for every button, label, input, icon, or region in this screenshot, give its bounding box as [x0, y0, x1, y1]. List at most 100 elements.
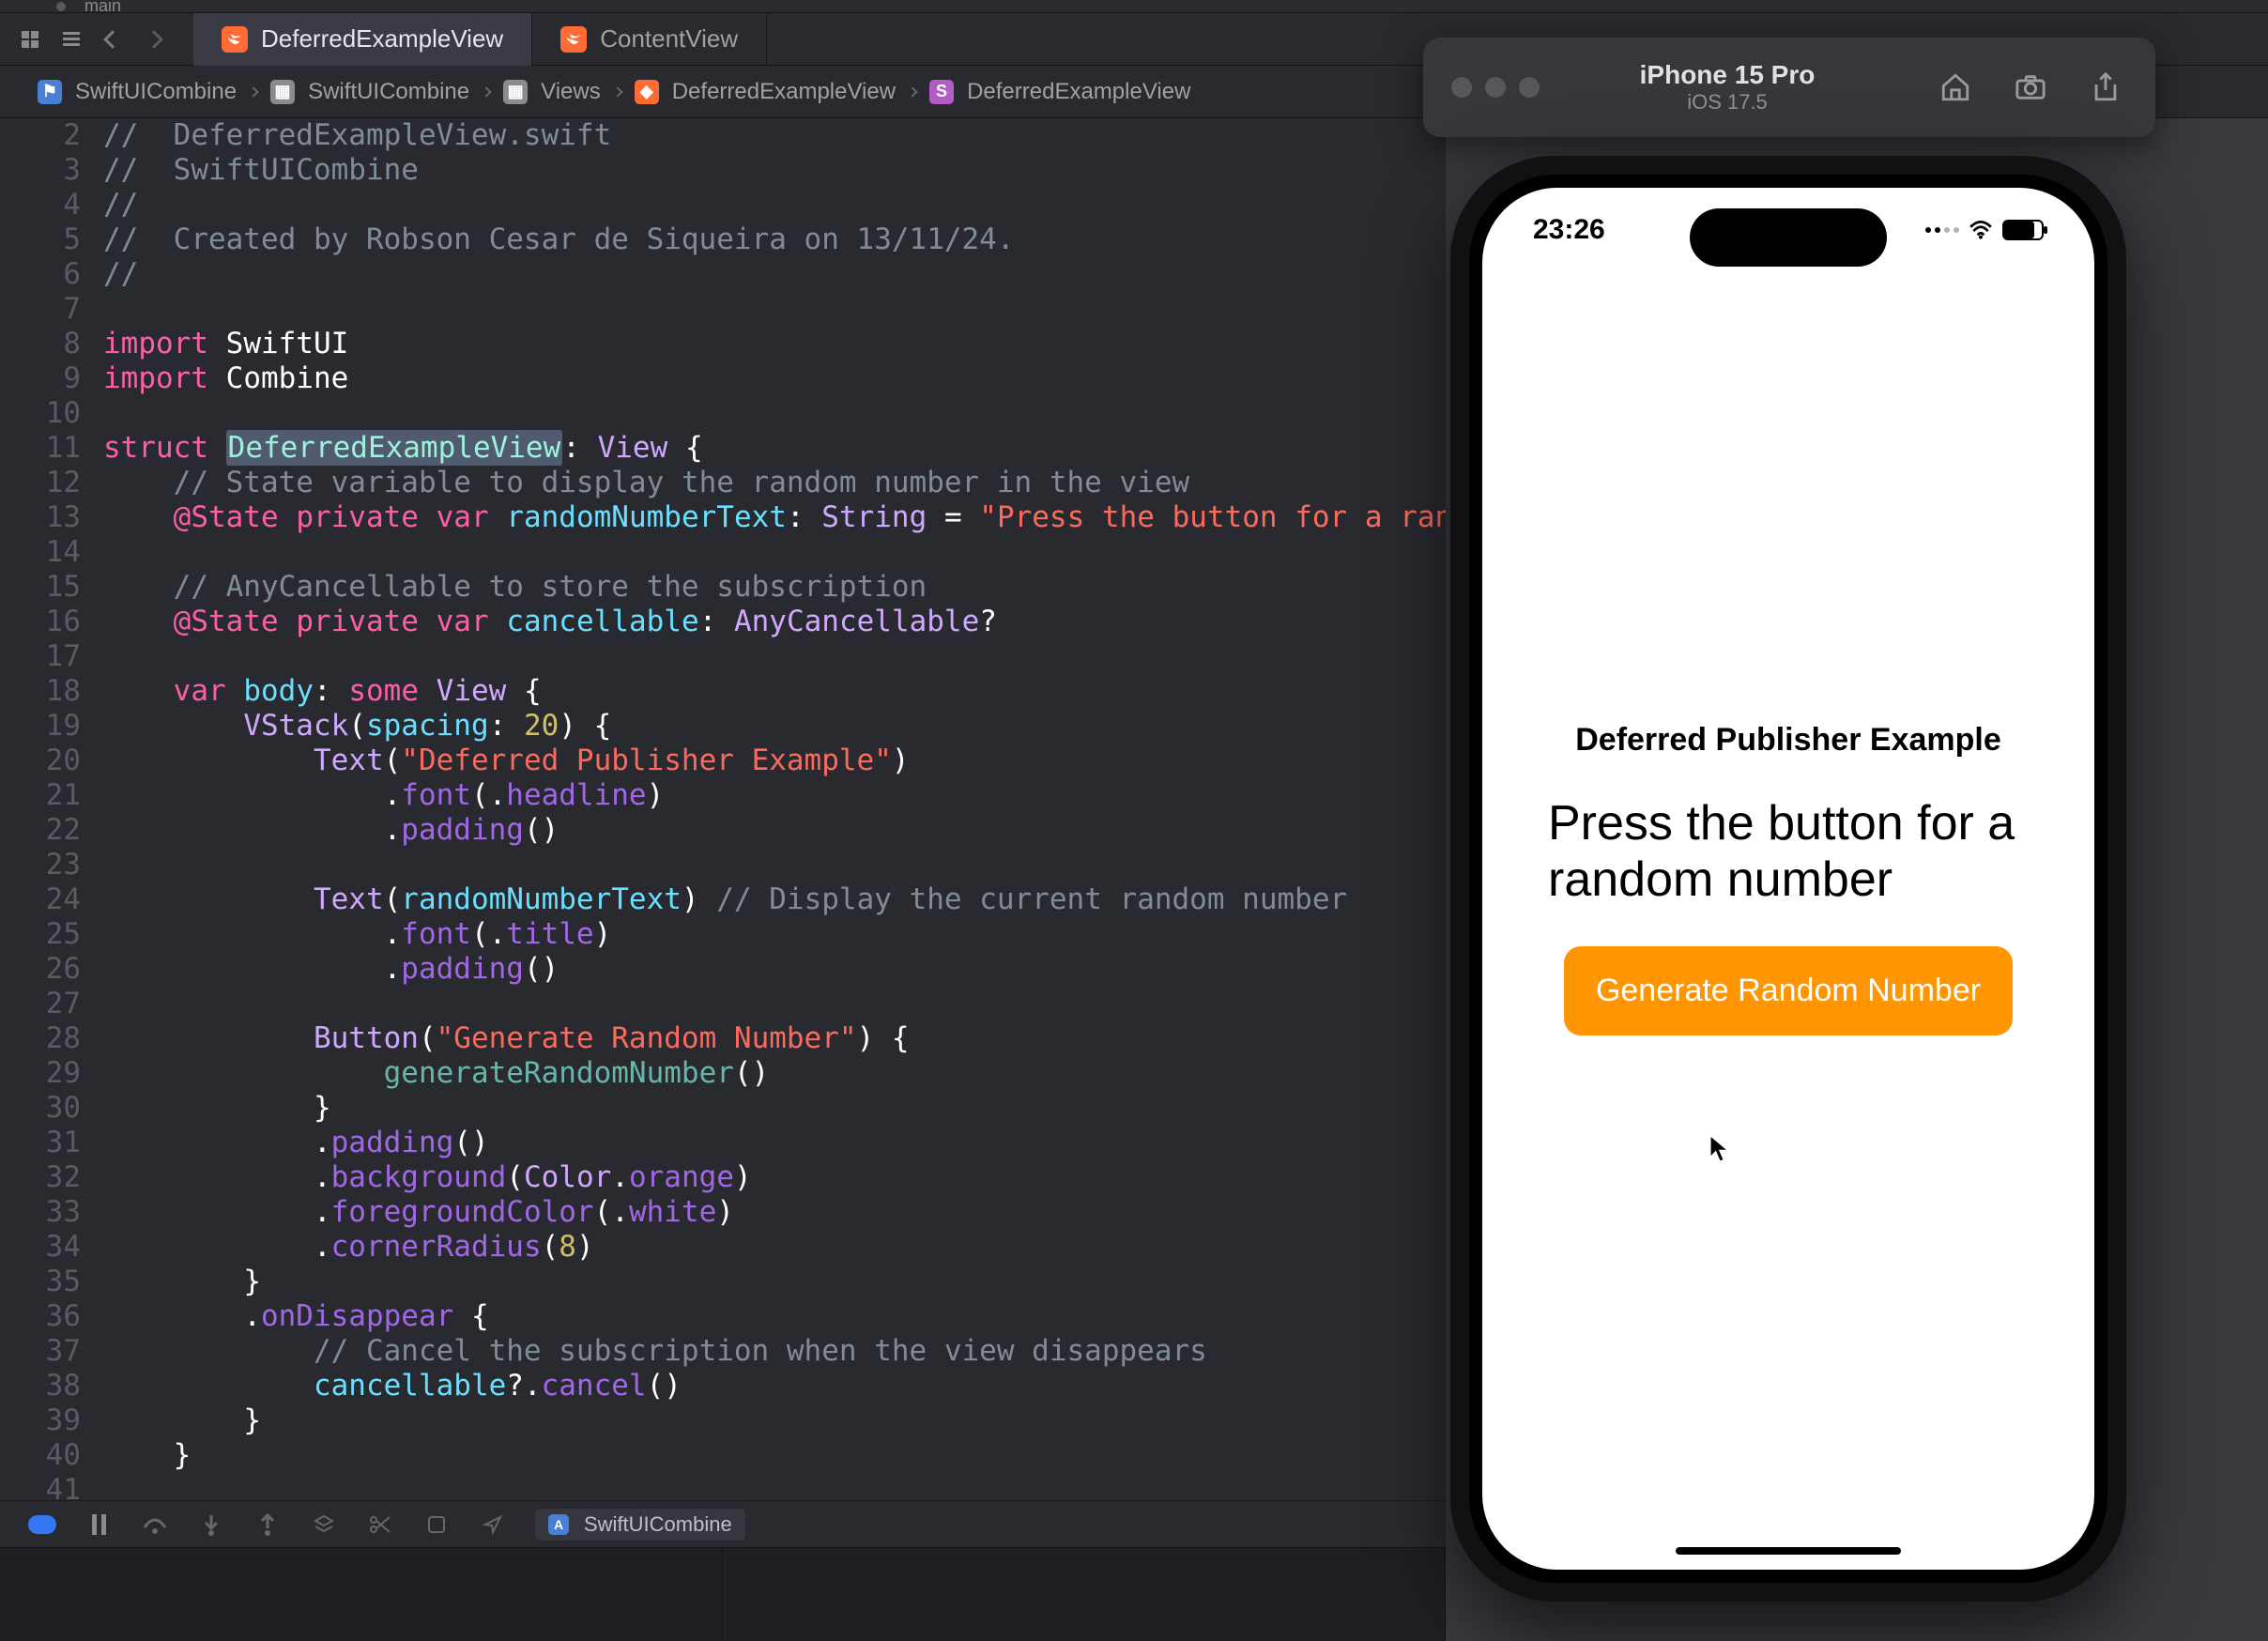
- line-number: 20: [0, 744, 103, 778]
- home-button[interactable]: [1934, 66, 1977, 109]
- environment-button[interactable]: [422, 1511, 451, 1539]
- line-number: 15: [0, 570, 103, 605]
- code: .padding(): [103, 952, 559, 987]
- tab-content-view[interactable]: ContentView: [532, 13, 767, 66]
- line-number: 35: [0, 1265, 103, 1299]
- line-number: 37: [0, 1334, 103, 1369]
- line-number: 39: [0, 1403, 103, 1438]
- location-button[interactable]: [479, 1511, 507, 1539]
- step-out-icon: [258, 1513, 277, 1536]
- close-button[interactable]: [1451, 77, 1472, 98]
- code: //: [103, 188, 138, 222]
- breadcrumb-item[interactable]: SwiftUICombine: [308, 79, 469, 105]
- step-over-button[interactable]: [141, 1511, 169, 1539]
- globe-icon: [426, 1514, 447, 1535]
- status-right: [1925, 214, 2044, 246]
- pause-icon: [92, 1514, 106, 1535]
- dynamic-island: [1690, 208, 1887, 267]
- stack-icon: [314, 1514, 334, 1535]
- breadcrumb-item[interactable]: DeferredExampleView: [672, 79, 896, 105]
- view-debug-button[interactable]: [310, 1511, 338, 1539]
- location-icon: [483, 1514, 503, 1535]
- wifi-icon: [1969, 221, 1993, 239]
- line-number: 29: [0, 1056, 103, 1091]
- code: //: [103, 257, 138, 292]
- swift-file-icon: ◆: [635, 80, 659, 104]
- line-number: 3: [0, 153, 103, 188]
- code: Button("Generate Random Number") {: [103, 1021, 910, 1056]
- code: }: [103, 1403, 261, 1438]
- generate-button[interactable]: Generate Random Number: [1564, 946, 2013, 1035]
- screenshot-button[interactable]: [2009, 66, 2052, 109]
- line-number: 40: [0, 1438, 103, 1473]
- simulator-titlebar[interactable]: iPhone 15 Pro iOS 17.5: [1423, 38, 2155, 137]
- tab-label: ContentView: [600, 24, 738, 54]
- home-indicator[interactable]: [1676, 1547, 1901, 1555]
- line-number: 27: [0, 987, 103, 1021]
- line-number: 32: [0, 1160, 103, 1195]
- code: .padding(): [103, 813, 559, 848]
- branch-name[interactable]: main: [84, 0, 121, 16]
- chevron-right-icon: [907, 86, 917, 97]
- code: Text(randomNumberText) // Display the cu…: [103, 882, 1347, 917]
- list-icon: [63, 32, 80, 46]
- line-number: 11: [0, 431, 103, 466]
- app-body-text: Press the button for a random number: [1529, 796, 2047, 909]
- pause-button[interactable]: [84, 1511, 113, 1539]
- app-content: Deferred Publisher Example Press the but…: [1482, 188, 2094, 1570]
- scissors-icon: [369, 1515, 391, 1534]
- nav-back-button[interactable]: [92, 21, 133, 58]
- tab-label: DeferredExampleView: [261, 24, 503, 54]
- swift-file-icon: [222, 26, 248, 53]
- code: // SwiftUICombine: [103, 153, 419, 188]
- nav-forward-button[interactable]: [133, 21, 175, 58]
- app-icon: A: [548, 1514, 569, 1535]
- app-heading: Deferred Publisher Example: [1575, 722, 2001, 759]
- code: }: [103, 1265, 261, 1299]
- memory-graph-button[interactable]: [366, 1511, 394, 1539]
- breakpoints-toggle[interactable]: [28, 1511, 56, 1539]
- iphone-screen[interactable]: 23:26 Deferred Publisher Example Press t…: [1482, 188, 2094, 1570]
- code: .background(Color.orange): [103, 1160, 752, 1195]
- list-items-button[interactable]: [51, 21, 92, 58]
- line-number: 36: [0, 1299, 103, 1334]
- console-pane[interactable]: [723, 1548, 1446, 1641]
- line-number: 26: [0, 952, 103, 987]
- line-number: 23: [0, 848, 103, 882]
- step-out-button[interactable]: [253, 1511, 282, 1539]
- line-number: 16: [0, 605, 103, 639]
- step-into-button[interactable]: [197, 1511, 225, 1539]
- breadcrumb-item[interactable]: SwiftUICombine: [75, 79, 237, 105]
- debug-toolbar: A SwiftUICombine: [0, 1500, 1446, 1547]
- line-number: 25: [0, 917, 103, 952]
- code: generateRandomNumber(): [103, 1056, 769, 1091]
- breadcrumb-item[interactable]: Views: [541, 79, 601, 105]
- code: // Created by Robson Cesar de Siqueira o…: [103, 222, 1015, 257]
- step-in-icon: [202, 1513, 221, 1536]
- line-number: 13: [0, 500, 103, 535]
- share-button[interactable]: [2084, 66, 2127, 109]
- debug-target-label: SwiftUICombine: [584, 1512, 732, 1537]
- vcs-branch-bar: main: [0, 0, 2268, 13]
- simulator-title-block: iPhone 15 Pro iOS 17.5: [1553, 60, 1902, 115]
- debug-target[interactable]: A SwiftUICombine: [535, 1509, 745, 1541]
- code: import Combine: [103, 361, 348, 396]
- code: // State variable to display the random …: [103, 466, 1189, 500]
- cellular-icon: [1925, 227, 1959, 233]
- chevron-right-icon: [145, 30, 163, 49]
- code-scroll[interactable]: 2// DeferredExampleView.swift 3// SwiftU…: [0, 118, 1446, 1510]
- line-number: 10: [0, 396, 103, 431]
- breadcrumb-item[interactable]: DeferredExampleView: [967, 79, 1190, 105]
- share-icon: [2092, 71, 2120, 103]
- related-items-button[interactable]: [9, 21, 51, 58]
- code: .foregroundColor(.white): [103, 1195, 734, 1230]
- zoom-button[interactable]: [1519, 77, 1540, 98]
- minimize-button[interactable]: [1485, 77, 1506, 98]
- line-number: 6: [0, 257, 103, 292]
- line-number: 21: [0, 778, 103, 813]
- tab-deferred-example-view[interactable]: DeferredExampleView: [193, 13, 532, 66]
- variables-pane[interactable]: [0, 1548, 723, 1641]
- simulator-device-name: iPhone 15 Pro: [1553, 60, 1902, 90]
- iphone-frame: 23:26 Deferred Publisher Example Press t…: [1450, 156, 2126, 1602]
- code: var body: some View {: [103, 674, 542, 709]
